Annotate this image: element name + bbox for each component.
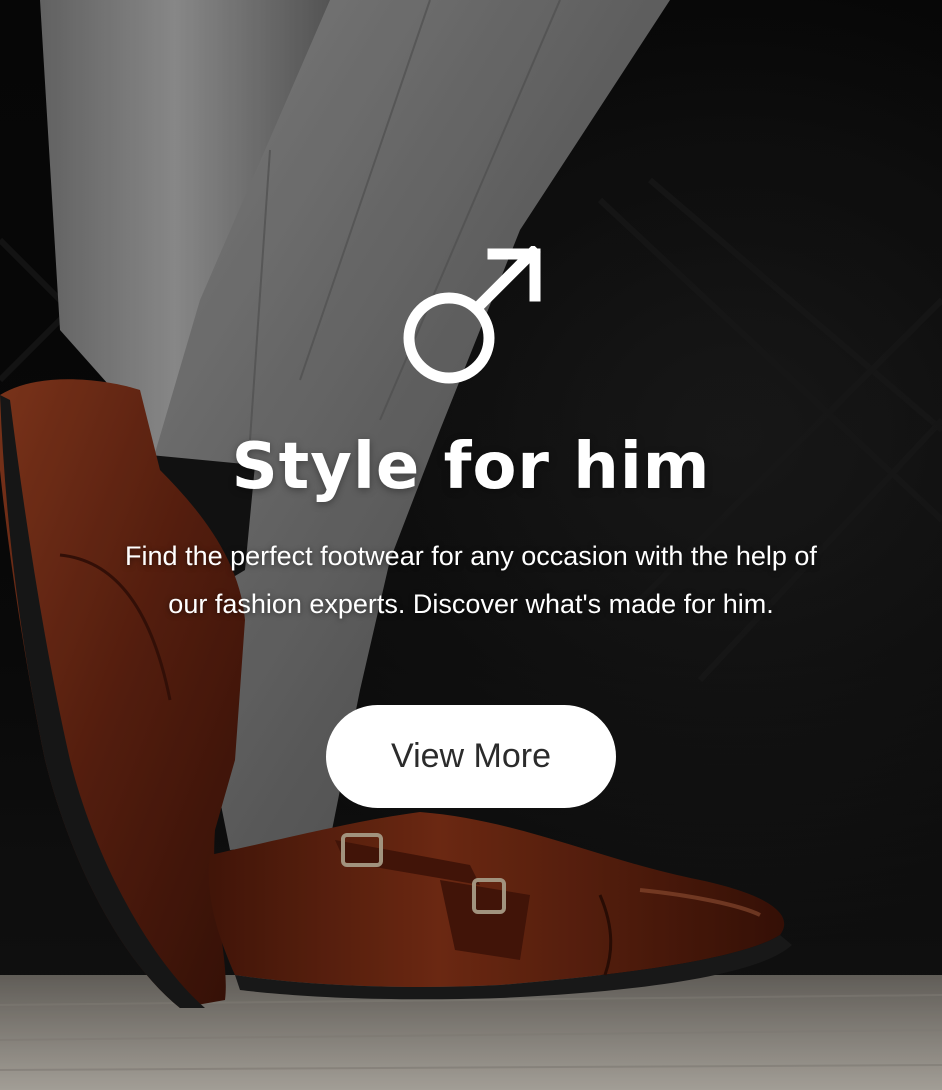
hero-description: Find the perfect footwear for any occasi… xyxy=(125,541,817,619)
hero-content: Style for him Find the perfect footwear … xyxy=(0,0,942,1090)
hero-banner: Style for him Find the perfect footwear … xyxy=(0,0,942,1090)
view-more-button[interactable]: View More xyxy=(326,705,616,808)
hero-title: Style for him xyxy=(231,430,711,504)
male-symbol-icon xyxy=(403,246,541,384)
